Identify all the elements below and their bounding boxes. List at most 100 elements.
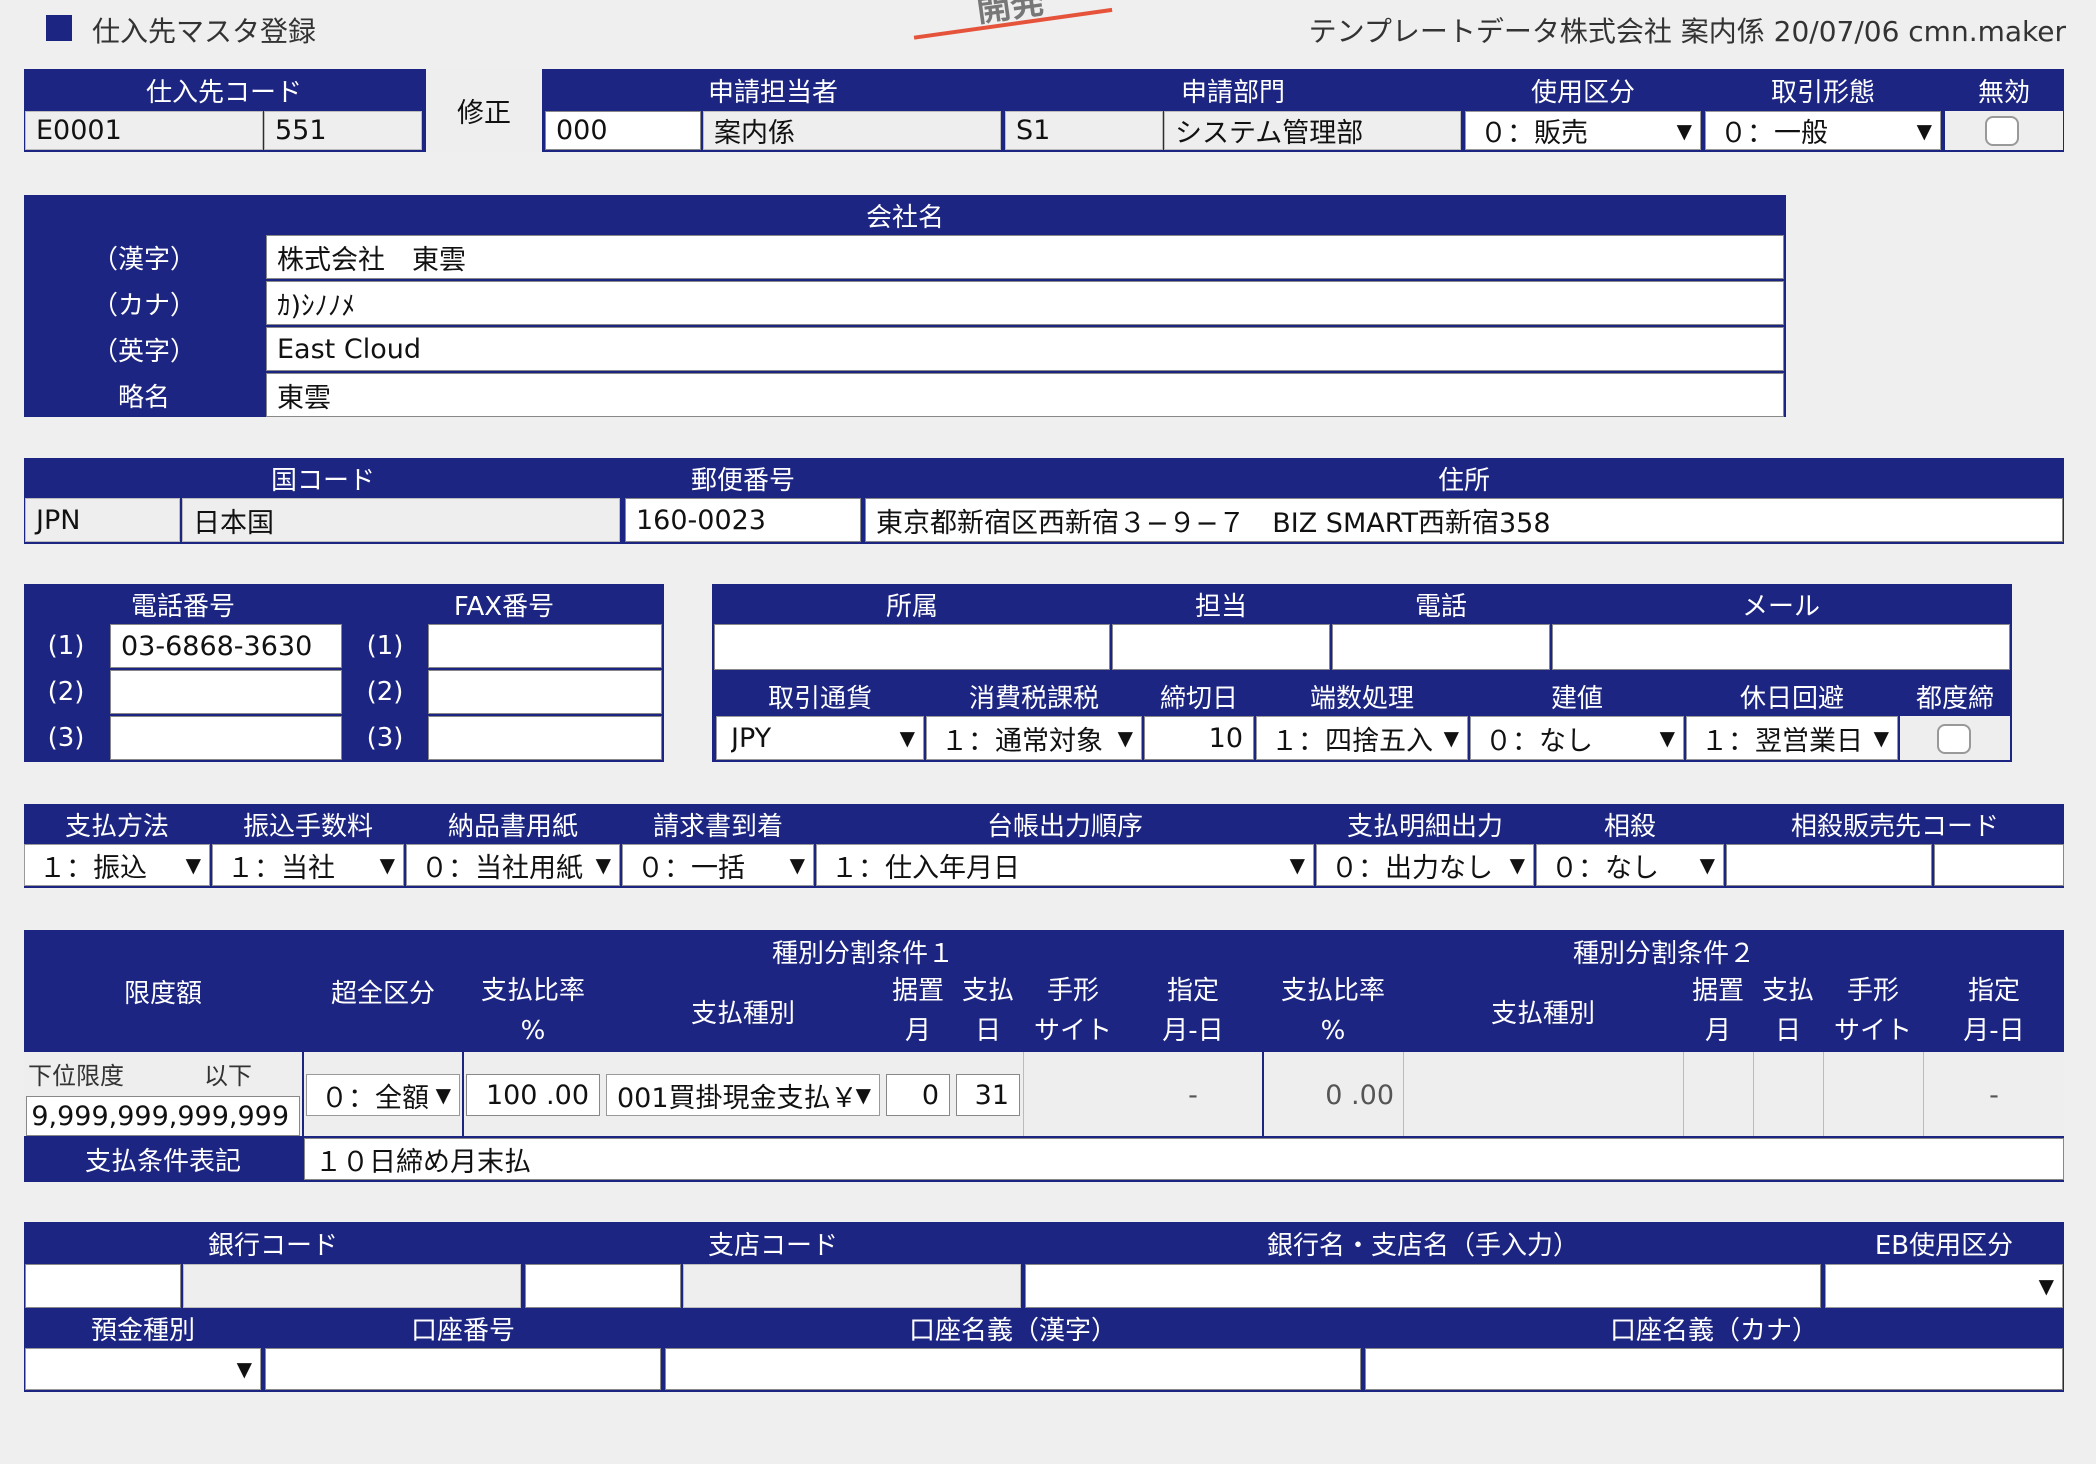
header-over: 超全区分 [304, 932, 462, 1050]
header-deposit: 預金種別 [24, 1310, 262, 1346]
header-bill-1-label: 手形 [1046, 976, 1099, 1006]
header-spec-2-md: 月-日 [1963, 1016, 2025, 1046]
header-address: 住所 [864, 460, 2064, 496]
fax-input-3[interactable] [428, 716, 662, 760]
trade-type-select[interactable]: ０：一般 ▼ [1705, 111, 1941, 150]
eb-select[interactable]: ▼ [1825, 1264, 2063, 1308]
currency-select[interactable]: JPY ▼ [716, 716, 924, 760]
header-branch-code: 支店コード [524, 1224, 1022, 1262]
header-rounding: 端数処理 [1256, 678, 1468, 714]
header-limit: 限度額 [24, 932, 302, 1050]
header-kind-1: 支払種別 [604, 972, 882, 1050]
invalid-checkbox[interactable] [1985, 116, 2019, 146]
environment-stamp: 開発 [907, 0, 1113, 40]
header-tel: 電話番号 [24, 586, 342, 622]
limit-value-input[interactable]: 9,999,999,999,999 [26, 1096, 300, 1136]
over-select[interactable]: ０：全額 ▼ [306, 1074, 460, 1116]
country-name: 日本国 [182, 498, 620, 542]
usage-value: ０：販売 [1480, 118, 1588, 149]
bank-code-name [183, 1264, 521, 1308]
contact-mail-input[interactable] [1552, 624, 2010, 670]
tel-input-3[interactable] [110, 716, 342, 760]
triangle-down-icon: ▼ [1873, 726, 1889, 750]
defer-1-input[interactable]: 0 [886, 1074, 950, 1116]
header-pay-detail: 支払明細出力 [1316, 806, 1534, 842]
header-pay-2-day: 日 [1774, 1016, 1801, 1046]
offset-code-input[interactable] [1726, 844, 1932, 886]
pay-method-select[interactable]: １：振込 ▼ [24, 844, 210, 886]
deposit-select[interactable]: ▼ [25, 1348, 261, 1390]
pay-detail-select[interactable]: ０：出力なし ▼ [1316, 844, 1534, 886]
pay-1-input[interactable]: 31 [956, 1074, 1020, 1116]
offset-code-sub-input[interactable] [1934, 844, 2064, 886]
holder-kana-input[interactable] [1365, 1348, 2063, 1390]
company-kana-input[interactable]: ｶ)ｼﾉﾉﾒ [266, 281, 1784, 325]
header-rate-2: 支払比率% [1264, 972, 1402, 1050]
header-holiday: 休日回避 [1686, 678, 1898, 714]
delivery-paper-select[interactable]: ０：当社用紙 ▼ [406, 844, 620, 886]
header-supplier-code: 仕入先コード [24, 71, 424, 109]
header-defer-2-month: 月 [1704, 1016, 1731, 1046]
fax-input-1[interactable] [428, 624, 662, 668]
holder-kanji-input[interactable] [665, 1348, 1361, 1390]
pay-detail-value: ０：出力なし [1331, 852, 1493, 884]
offset-value: ０：なし [1551, 852, 1659, 884]
contact-dept-input[interactable] [714, 624, 1110, 670]
applicant-code-input[interactable]: 000 [545, 111, 701, 150]
contact-person-input[interactable] [1112, 624, 1330, 670]
spec-2-value: - [1989, 1080, 1999, 1111]
address-input[interactable]: 東京都新宿区西新宿３−９−７ BIZ SMART西新宿358 [865, 498, 2063, 542]
tel-input-2[interactable] [110, 670, 342, 714]
invoice-arrival-select[interactable]: ０：一括 ▼ [622, 844, 814, 886]
header-pay-method: 支払方法 [24, 806, 210, 842]
branch-code-input[interactable] [525, 1264, 681, 1308]
pay-terms-input[interactable]: １０日締め月末払 [304, 1138, 2064, 1180]
rounding-select[interactable]: １：四捨五入 ▼ [1256, 716, 1468, 760]
bank-code-input[interactable] [25, 1264, 181, 1308]
triangle-down-icon: ▼ [595, 853, 611, 877]
header-bill-1: 手形 サイト [1024, 972, 1122, 1050]
tel-input-1[interactable]: 03-6868-3630 [110, 624, 342, 668]
ledger-order-select[interactable]: １：仕入年月日 ▼ [816, 844, 1314, 886]
header-pay-2: 支払日 [1754, 972, 1822, 1050]
header-dept: 申請部門 [1004, 71, 1462, 109]
company-kanji-input[interactable]: 株式会社 東雲 [266, 235, 1784, 279]
rate-1-input[interactable]: 100 .00 [466, 1074, 600, 1116]
account-input[interactable] [265, 1348, 661, 1390]
fax-input-2[interactable] [428, 670, 662, 714]
contact-tel-input[interactable] [1332, 624, 1550, 670]
cutoff-input[interactable]: 10 [1144, 716, 1254, 760]
applicant-name: 案内係 [703, 111, 1001, 150]
lower-limit-label: 下位限度 [28, 1062, 124, 1090]
price-basis-value: ０：なし [1485, 725, 1593, 757]
label-english: （英字） [24, 327, 264, 371]
offset-select[interactable]: ０：なし ▼ [1536, 844, 1724, 886]
header-pay-2-label: 支払 [1761, 976, 1814, 1006]
pay-2-divider [1753, 1052, 1754, 1136]
company-english-input[interactable]: East Cloud [266, 327, 1784, 371]
triangle-down-icon: ▼ [789, 853, 805, 877]
header-spec-1-label: 指定 [1166, 976, 1219, 1006]
page-title: 仕入先マスタ登録 [92, 15, 317, 48]
zip-input[interactable]: 160-0023 [625, 498, 861, 542]
fax-label-2: (2) [344, 670, 426, 714]
each-close-checkbox[interactable] [1937, 724, 1971, 754]
transfer-fee-select[interactable]: １：当社 ▼ [212, 844, 404, 886]
dept-code: S1 [1005, 111, 1163, 150]
kind-1-select[interactable]: 001買掛現金支払￥ ▼ [606, 1074, 880, 1116]
header-rate-1: 支払比率% [464, 972, 602, 1050]
price-basis-select[interactable]: ０：なし ▼ [1470, 716, 1684, 760]
header-defer-1-month: 月 [904, 1016, 931, 1046]
triangle-down-icon: ▼ [1443, 726, 1459, 750]
header-invalid: 無効 [1944, 71, 2064, 109]
header-trade-type: 取引形態 [1704, 71, 1942, 109]
company-short-input[interactable]: 東雲 [266, 373, 1784, 417]
tax-select[interactable]: １：通常対象 ▼ [926, 716, 1142, 760]
tel-label-1: (1) [24, 624, 108, 668]
header-ledger-order: 台帳出力順序 [816, 806, 1314, 842]
usage-select[interactable]: ０：販売 ▼ [1465, 111, 1701, 150]
supplier-code: E0001 [25, 111, 263, 150]
holiday-select[interactable]: １：翌営業日 ▼ [1686, 716, 1898, 760]
bank-name-input[interactable] [1025, 1264, 1821, 1308]
header-delivery-paper: 納品書用紙 [406, 806, 620, 842]
